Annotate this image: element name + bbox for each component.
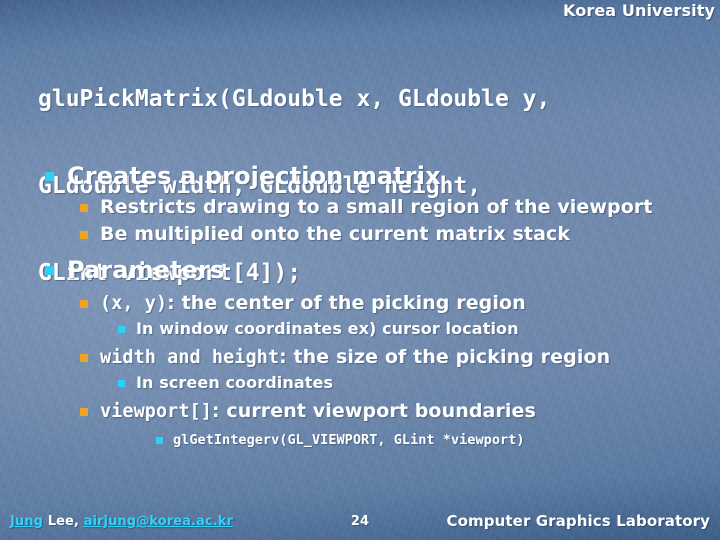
code-fragment: viewport[] (100, 401, 212, 422)
code-fragment: (x, y) (100, 293, 168, 314)
author-email-link[interactable]: airjung@korea.ac.kr (84, 514, 233, 529)
code-fragment: glGetIntegerv(GL_VIEWPORT, GLint *viewpo… (173, 432, 525, 448)
square-bullet-gold-icon (80, 344, 100, 366)
square-bullet-gold-icon (80, 290, 100, 312)
bullet-item: glGetIntegerv(GL_VIEWPORT, GLint *viewpo… (0, 429, 720, 451)
bullet-text: width and height: the size of the pickin… (100, 344, 610, 371)
bullet-text: Creates a projection matrix (67, 162, 441, 190)
bullet-item: (x, y): the center of the picking region (0, 290, 720, 317)
slide-canvas: Korea University gluPickMatrix(GLdouble … (0, 0, 720, 540)
page-number: 24 (350, 514, 370, 529)
square-bullet-cyan-icon (118, 371, 136, 391)
square-bullet-gold-icon (80, 221, 100, 243)
bullet-text: glGetIntegerv(GL_VIEWPORT, GLint *viewpo… (173, 429, 525, 451)
square-bullet-cyan-icon (118, 317, 136, 337)
code-fragment: width and height (100, 347, 280, 368)
author-surname: Lee, (43, 514, 84, 529)
bullet-text: In screen coordinates (136, 373, 334, 392)
bullet-item: Be multiplied onto the current matrix st… (0, 221, 720, 248)
organization-label: Korea University (563, 1, 715, 20)
bullet-item: In screen coordinates (0, 371, 720, 395)
bullet-text: Be multiplied onto the current matrix st… (100, 223, 571, 245)
bullet-item: Parameters (0, 254, 720, 286)
bullet-text: Parameters (67, 256, 225, 284)
bullet-item: width and height: the size of the pickin… (0, 344, 720, 371)
bullet-text-rest: : the center of the picking region (167, 292, 526, 314)
square-bullet-gold-icon (80, 194, 100, 216)
title-line-1: gluPickMatrix(GLdouble x, GLdouble y, (38, 86, 551, 112)
slide-footer: Jung Lee, airjung@korea.ac.kr 24 Compute… (0, 510, 720, 534)
bullet-text-rest: : the size of the picking region (279, 346, 611, 368)
bullet-text: (x, y): the center of the picking region (100, 290, 526, 317)
square-bullet-cyan-icon (156, 429, 173, 448)
square-bullet-gold-icon (80, 398, 100, 420)
bullet-text: viewport[]: current viewport boundaries (100, 398, 536, 425)
footer-lab-name: Computer Graphics Laboratory (446, 512, 710, 530)
slide-body: Creates a projection matrix Restricts dr… (0, 160, 720, 451)
bullet-text: Restricts drawing to a small region of t… (100, 196, 653, 218)
bullet-item: In window coordinates ex) cursor locatio… (0, 317, 720, 341)
square-bullet-cyan-icon (45, 160, 67, 185)
bullet-item: Restricts drawing to a small region of t… (0, 194, 720, 221)
bullet-item: viewport[]: current viewport boundaries (0, 398, 720, 425)
footer-author: Jung Lee, airjung@korea.ac.kr (10, 513, 233, 530)
square-bullet-cyan-icon (45, 254, 67, 279)
bullet-text-rest: : current viewport boundaries (211, 400, 536, 422)
author-name-link[interactable]: Jung (10, 514, 43, 529)
bullet-text: In window coordinates ex) cursor locatio… (136, 319, 519, 338)
bullet-item: Creates a projection matrix (0, 160, 720, 192)
